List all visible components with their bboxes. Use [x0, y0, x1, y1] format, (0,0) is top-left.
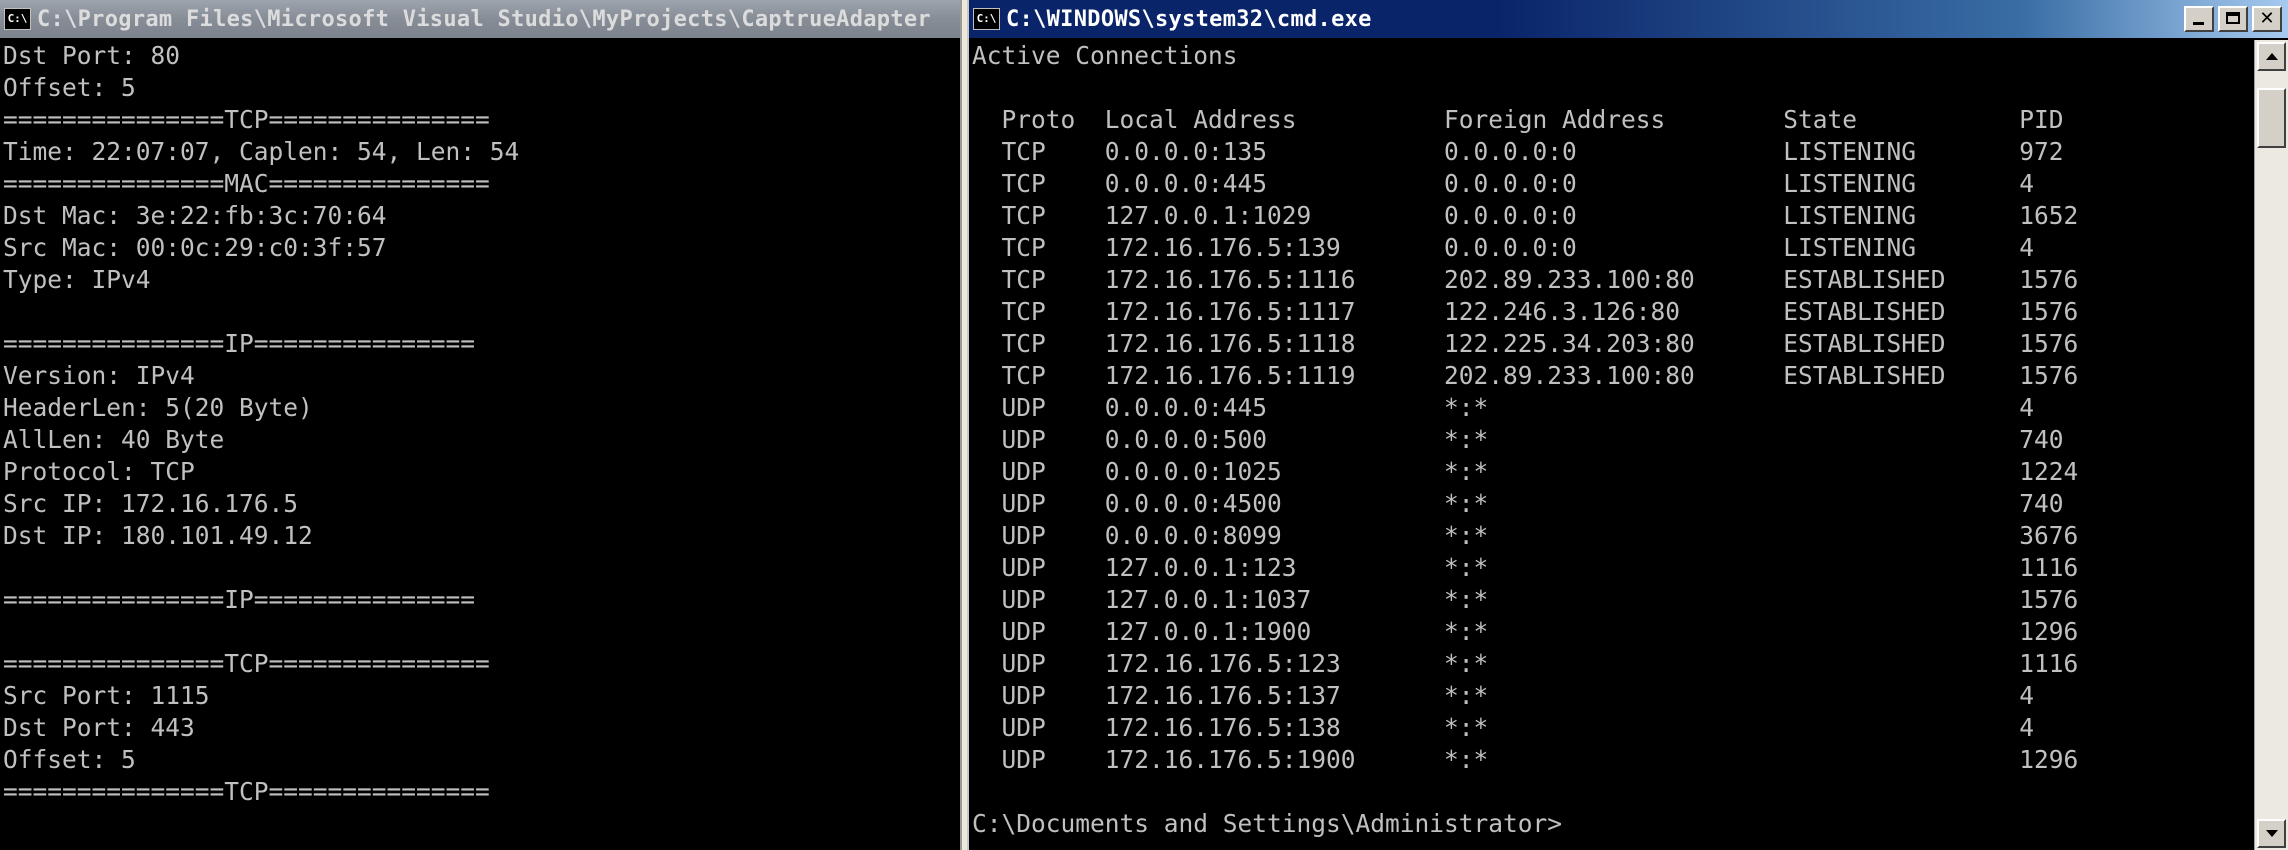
left-console-line [3, 552, 960, 584]
right-console-line [972, 72, 2251, 104]
left-console-line [3, 296, 960, 328]
right-console-line: Proto Local Address Foreign Address Stat… [972, 105, 2064, 134]
console-icon[interactable]: C:\ [973, 8, 1000, 30]
right-console-line: UDP 0.0.0.0:500 *:* 740 [972, 425, 2064, 454]
left-console-output: Dst Port: 80 Offset: 5 ===============TCP=… [0, 40, 960, 850]
maximize-button[interactable] [2218, 6, 2248, 32]
right-window-titlebar[interactable]: C:\ C:\WINDOWS\system32\cmd.exe ✕ [969, 0, 2288, 38]
right-window-title: C:\WINDOWS\system32\cmd.exe [1006, 6, 1372, 32]
right-console-line: UDP 172.16.176.5:1900 *:* 1296 [972, 745, 2079, 774]
right-console-line: TCP 0.0.0.0:135 0.0.0.0:0 LISTENING 972 [972, 137, 2064, 166]
right-console-line: TCP 172.16.176.5:139 0.0.0.0:0 LISTENING… [972, 233, 2035, 262]
right-console-line: UDP 127.0.0.1:1037 *:* 1576 [972, 585, 2079, 614]
scrollbar-thumb[interactable] [2257, 88, 2286, 148]
left-console-line: ===============TCP=============== [3, 105, 490, 134]
right-console-line: Active Connections [972, 41, 1238, 70]
left-console-line: ===============IP=============== [3, 585, 476, 614]
left-console-line: ===============IP=============== [3, 329, 476, 358]
left-window-title: C:\Program Files\Microsoft Visual Studio… [37, 6, 931, 32]
left-window-titlebar[interactable]: C:\ C:\Program Files\Microsoft Visual St… [0, 0, 960, 38]
right-console-output[interactable]: Active Connections Proto Local Address F… [969, 40, 2251, 850]
left-console-line [3, 616, 960, 648]
right-console-line: UDP 172.16.176.5:123 *:* 1116 [972, 649, 2079, 678]
left-console-line: AllLen: 40 Byte [3, 425, 225, 454]
right-console-line: UDP 0.0.0.0:1025 *:* 1224 [972, 457, 2079, 486]
left-console-line: Src IP: 172.16.176.5 [3, 489, 299, 518]
left-console-line: ===============TCP=============== [3, 777, 490, 806]
left-console-line: Dst Port: 80 [3, 41, 181, 70]
left-console-line: Dst Mac: 3e:22:fb:3c:70:64 [3, 201, 387, 230]
right-console-line: UDP 0.0.0.0:8099 *:* 3676 [972, 521, 2079, 550]
capture-adapter-console-window[interactable]: C:\ C:\Program Files\Microsoft Visual St… [0, 0, 962, 850]
right-console-line: C:\Documents and Settings\Administrator> [972, 809, 1563, 838]
right-console-line: UDP 127.0.0.1:123 *:* 1116 [972, 553, 2079, 582]
left-console-line: Dst Port: 443 [3, 713, 195, 742]
right-console-line [972, 776, 2251, 808]
right-console-line: UDP 0.0.0.0:4500 *:* 740 [972, 489, 2064, 518]
left-console-line: Time: 22:07:07, Caplen: 54, Len: 54 [3, 137, 520, 166]
right-console-line: UDP 0.0.0.0:445 *:* 4 [972, 393, 2035, 422]
window-controls: ✕ [2184, 6, 2282, 32]
left-console-line: HeaderLen: 5(20 Byte) [3, 393, 313, 422]
left-console-line: Src Port: 1115 [3, 681, 210, 710]
right-console-line: TCP 172.16.176.5:1118 122.225.34.203:80 … [972, 329, 2079, 358]
scroll-down-button[interactable] [2257, 819, 2286, 848]
close-icon: ✕ [2259, 8, 2275, 29]
left-console-line: Type: IPv4 [3, 265, 151, 294]
right-console-line: TCP 127.0.0.1:1029 0.0.0.0:0 LISTENING 1… [972, 201, 2079, 230]
minimize-button[interactable] [2184, 6, 2214, 32]
cmd-exe-window[interactable]: C:\ C:\WINDOWS\system32\cmd.exe ✕ Active… [967, 0, 2288, 850]
vertical-scrollbar[interactable] [2254, 40, 2288, 850]
console-icon[interactable]: C:\ [4, 8, 31, 30]
left-console-line: Protocol: TCP [3, 457, 195, 486]
left-console-line: ===============TCP=============== [3, 649, 490, 678]
left-console-line: Offset: 5 [3, 745, 136, 774]
left-console-line: Offset: 5 [3, 73, 136, 102]
left-console-line: Version: IPv4 [3, 361, 195, 390]
left-console-line: ===============MAC=============== [3, 169, 490, 198]
scroll-up-button[interactable] [2257, 42, 2286, 71]
right-console-line: UDP 172.16.176.5:137 *:* 4 [972, 681, 2035, 710]
right-console-line: TCP 172.16.176.5:1119 202.89.233.100:80 … [972, 361, 2079, 390]
right-console-line: UDP 172.16.176.5:138 *:* 4 [972, 713, 2035, 742]
right-console-line: TCP 0.0.0.0:445 0.0.0.0:0 LISTENING 4 [972, 169, 2035, 198]
right-console-line: UDP 127.0.0.1:1900 *:* 1296 [972, 617, 2079, 646]
arrow-up-icon [2265, 53, 2278, 60]
close-button[interactable]: ✕ [2252, 6, 2282, 32]
arrow-down-icon [2265, 830, 2278, 837]
left-console-line: Src Mac: 00:0c:29:c0:3f:57 [3, 233, 387, 262]
right-console-line: TCP 172.16.176.5:1116 202.89.233.100:80 … [972, 265, 2079, 294]
right-console-line: TCP 172.16.176.5:1117 122.246.3.126:80 E… [972, 297, 2079, 326]
left-console-line: Dst IP: 180.101.49.12 [3, 521, 313, 550]
